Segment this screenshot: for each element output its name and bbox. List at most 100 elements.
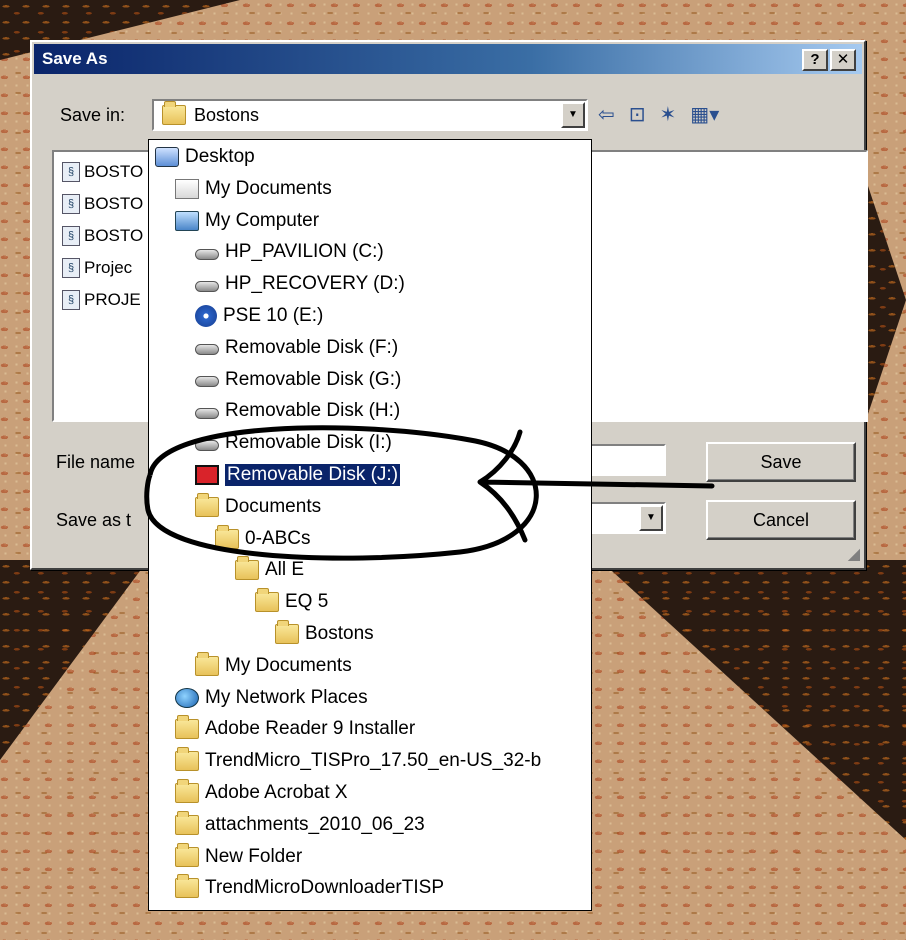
- program-file-icon: §: [62, 194, 80, 214]
- dropdown-item-label: HP_PAVILION (C:): [225, 241, 384, 263]
- back-icon[interactable]: ⇦: [598, 102, 615, 127]
- dropdown-item-label: Adobe Acrobat X: [205, 782, 348, 803]
- save-button[interactable]: Save: [706, 442, 856, 482]
- dropdown-item[interactable]: My Documents: [195, 651, 352, 681]
- list-item[interactable]: § BOSTO: [62, 162, 143, 182]
- folder-icon: [175, 715, 199, 740]
- close-button[interactable]: ✕: [830, 49, 856, 71]
- dropdown-item[interactable]: New Folder: [175, 842, 302, 872]
- dropdown-item-label: TrendMicro_TISPro_17.50_en-US_32-b: [205, 750, 542, 772]
- file-label: BOSTO: [84, 162, 144, 181]
- network-places-icon: [175, 687, 199, 708]
- folder-icon: [175, 874, 199, 899]
- removable-disk-icon: [195, 376, 219, 388]
- dialog-toolbar: ⇦ ⊡ ✶ ▦▾: [598, 102, 719, 127]
- list-item[interactable]: § BOSTO: [62, 194, 143, 214]
- dropdown-item-label: TrendMicroDownloaderTISP: [205, 877, 444, 899]
- save-in-value: Bostons: [194, 104, 260, 125]
- dropdown-item-label: My Network Places: [205, 686, 368, 708]
- background-quilt-dark-4: [866, 180, 906, 420]
- hard-drive-icon: [195, 248, 219, 260]
- dropdown-item-label: Bostons: [305, 623, 374, 644]
- dropdown-item-label: 0-ABCs: [245, 527, 311, 549]
- file-label: BOSTO: [84, 194, 144, 213]
- folder-icon: [275, 620, 299, 644]
- chevron-down-icon[interactable]: ▼: [639, 505, 663, 531]
- dropdown-item-label: Desktop: [185, 146, 255, 167]
- dropdown-item[interactable]: All E: [235, 555, 304, 585]
- dropdown-item-label: Removable Disk (J:): [223, 463, 402, 487]
- folder-icon: [235, 556, 259, 581]
- folder-icon: [175, 779, 199, 803]
- my-computer-icon: [175, 210, 199, 231]
- dropdown-item-label: attachments_2010_06_23: [205, 813, 425, 835]
- up-folder-icon[interactable]: ⊡: [629, 102, 646, 127]
- dropdown-item-label: HP_RECOVERY (D:): [225, 273, 405, 295]
- dropdown-item[interactable]: Removable Disk (G:): [195, 365, 401, 395]
- dialog-titlebar[interactable]: Save As: [34, 44, 862, 74]
- dropdown-item[interactable]: Bostons: [275, 619, 374, 649]
- list-item[interactable]: § BOSTO: [62, 226, 143, 246]
- dropdown-item-label: EQ 5: [285, 591, 329, 613]
- dropdown-item-label: Removable Disk (F:): [225, 336, 399, 358]
- dropdown-item[interactable]: Documents: [195, 492, 321, 522]
- dropdown-item[interactable]: HP_PAVILION (C:): [195, 237, 384, 267]
- dropdown-item[interactable]: HP_RECOVERY (D:): [195, 269, 405, 299]
- dropdown-item-label: PSE 10 (E:): [223, 305, 324, 326]
- dropdown-item[interactable]: attachments_2010_06_23: [175, 810, 425, 840]
- dropdown-item-label: My Documents: [225, 654, 352, 676]
- folder-icon: [175, 842, 199, 867]
- program-file-icon: §: [62, 162, 80, 182]
- folder-icon: [162, 101, 186, 125]
- dropdown-item[interactable]: Adobe Acrobat X: [175, 778, 348, 808]
- dropdown-item[interactable]: PSE 10 (E:): [195, 301, 323, 331]
- dropdown-item[interactable]: My Documents: [175, 174, 332, 204]
- dropdown-item[interactable]: Removable Disk (H:): [195, 396, 400, 426]
- dropdown-item[interactable]: TrendMicroDownloaderTISP: [175, 873, 444, 903]
- dialog-title: Save As: [42, 49, 108, 68]
- cancel-button[interactable]: Cancel: [706, 500, 856, 540]
- folder-icon: [175, 747, 199, 772]
- dropdown-item[interactable]: TrendMicro_TISPro_17.50_en-US_32-b: [175, 746, 541, 776]
- usb-disk-icon: [195, 465, 219, 485]
- dropdown-item-label: New Folder: [205, 845, 303, 867]
- dropdown-item[interactable]: Adobe Reader 9 Installer: [175, 714, 415, 744]
- save-in-dropdown-list[interactable]: Desktop My Documents My Computer HP_PAVILIO…: [148, 139, 592, 911]
- folder-icon: [195, 651, 219, 676]
- dropdown-item[interactable]: Removable Disk (J:): [195, 460, 402, 490]
- save-in-label: Save in:: [60, 105, 126, 125]
- cd-drive-icon: [195, 305, 217, 327]
- dropdown-item[interactable]: My Computer: [175, 206, 319, 236]
- dropdown-item[interactable]: Desktop: [155, 142, 255, 172]
- dropdown-item[interactable]: Removable Disk (I:): [195, 428, 392, 458]
- file-name-label: File name: [56, 452, 136, 472]
- chevron-down-icon[interactable]: ▼: [561, 102, 585, 128]
- dropdown-item-label: Removable Disk (I:): [225, 432, 392, 454]
- list-item[interactable]: § PROJE: [62, 290, 141, 310]
- folder-icon: [195, 492, 219, 517]
- save-in-combobox[interactable]: Bostons ▼: [152, 99, 588, 131]
- dropdown-item-label: Removable Disk (H:): [225, 400, 401, 422]
- removable-disk-icon: [195, 439, 219, 451]
- background-quilt-dark-3: [0, 560, 148, 760]
- list-item[interactable]: § Projec: [62, 258, 132, 278]
- program-file-icon: §: [62, 290, 80, 310]
- dropdown-item-label: Documents: [225, 495, 322, 517]
- dropdown-item-label: My Documents: [205, 177, 332, 199]
- help-button[interactable]: ?: [802, 49, 828, 71]
- dropdown-item[interactable]: My Network Places: [175, 683, 368, 713]
- resize-grip-icon[interactable]: ◢: [848, 544, 860, 564]
- file-label: Projec: [84, 258, 133, 277]
- program-file-icon: §: [62, 226, 80, 246]
- new-folder-icon[interactable]: ✶: [660, 102, 677, 127]
- hard-drive-icon: [195, 280, 219, 292]
- save-as-type-label: Save as t: [56, 510, 132, 530]
- titlebar-buttons: ? ✕: [802, 49, 856, 71]
- dropdown-item[interactable]: EQ 5: [255, 587, 328, 617]
- views-menu-icon[interactable]: ▦▾: [690, 102, 719, 127]
- file-label: BOSTO: [84, 226, 144, 245]
- dropdown-item[interactable]: 0-ABCs: [215, 524, 310, 554]
- dropdown-item-label: All E: [265, 559, 305, 581]
- dropdown-item-label: My Computer: [205, 209, 320, 231]
- dropdown-item[interactable]: Removable Disk (F:): [195, 333, 398, 363]
